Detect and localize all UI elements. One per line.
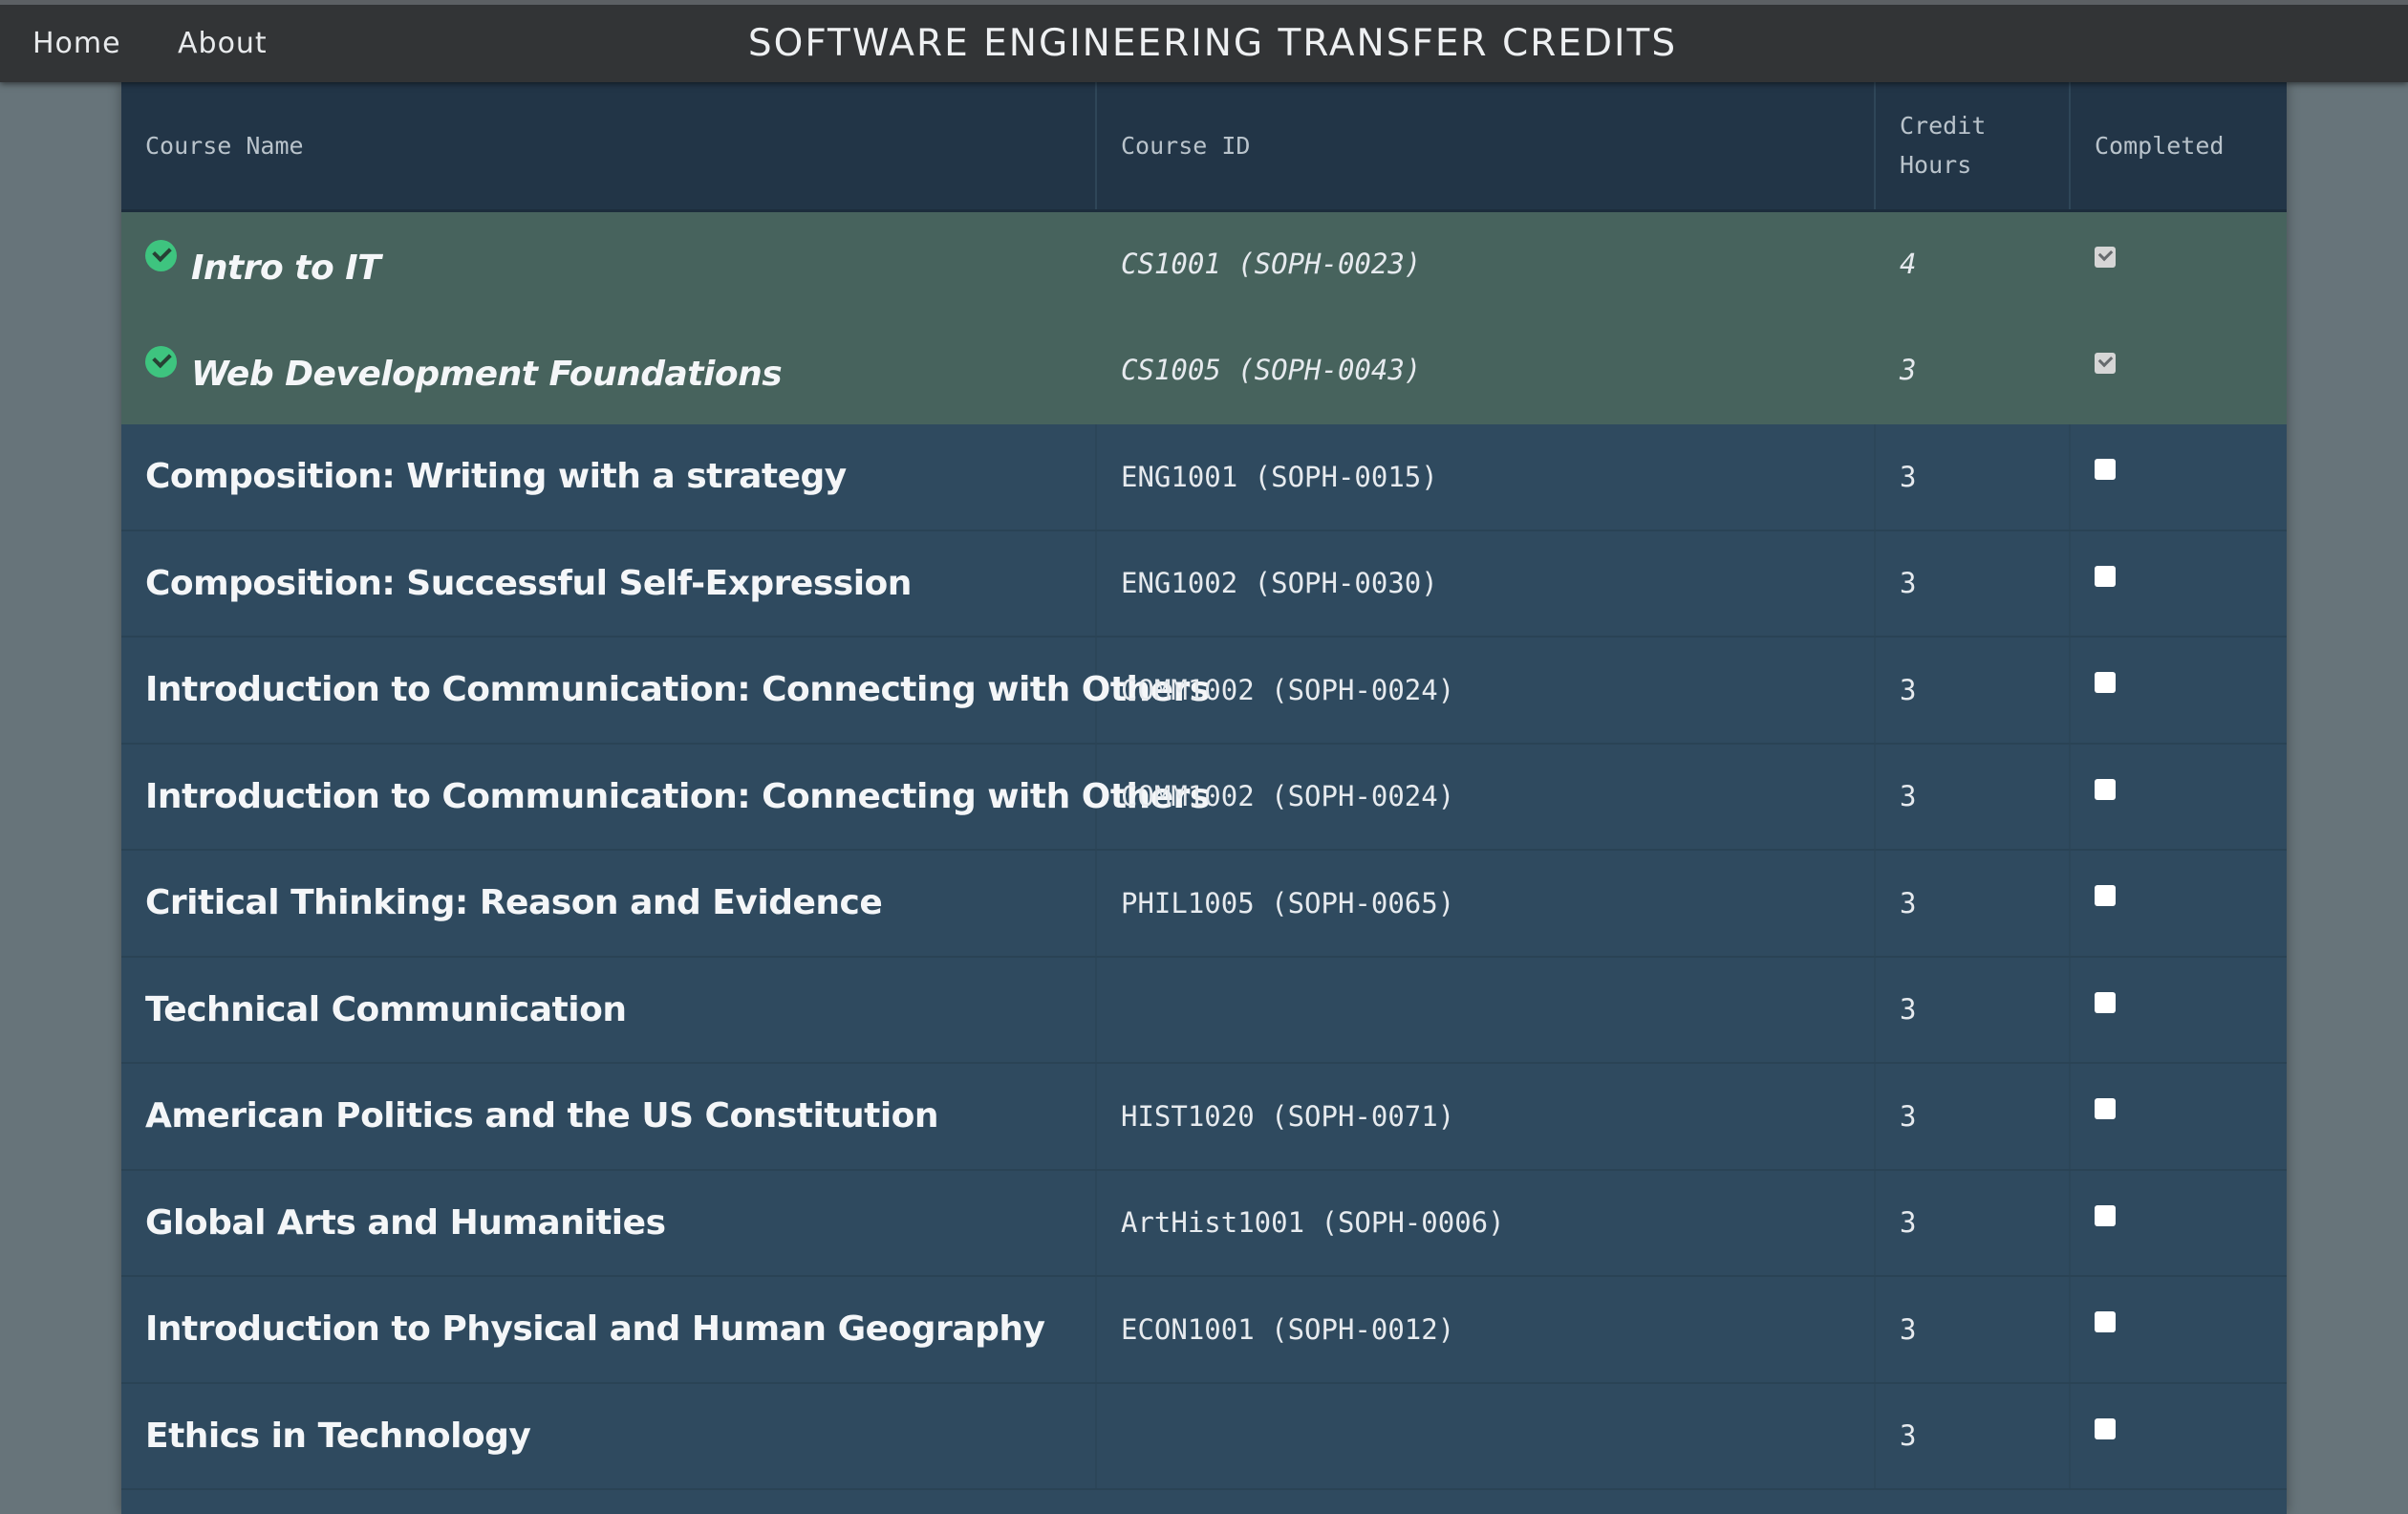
- page-title: SOFTWARE ENGINEERING TRANSFER CREDITS: [747, 22, 1678, 65]
- course-name: Global Arts and Humanities: [145, 1202, 666, 1243]
- course-id: [1096, 956, 1876, 1064]
- completed-checkbox[interactable]: [2095, 1098, 2116, 1120]
- column-header-course-id: Course ID: [1096, 82, 1876, 212]
- course-name: Technical Communication: [145, 989, 627, 1029]
- course-name: Composition: Successful Self-Expression: [145, 563, 912, 603]
- credit-hours: 3: [1875, 743, 2071, 851]
- course-name: Ethics in Technology: [145, 1416, 531, 1456]
- course-name-cell: Technical Communication: [121, 956, 1097, 1064]
- table-row: Composition: Writing with a strategy ENG1…: [121, 423, 2287, 531]
- course-id: ENG1001 (SOPH-0015): [1096, 423, 1876, 531]
- credit-hours: 3: [1875, 1276, 2071, 1384]
- table-row: Global Arts and Humanities ArtHist1001 (S…: [121, 1169, 2287, 1277]
- course-name-cell: American Politics and the US Constitutio…: [121, 1063, 1097, 1171]
- course-name-cell: Composition: Writing with a strategy: [121, 423, 1097, 531]
- table-row: Introduction to Communication: Connectin…: [121, 637, 2287, 745]
- table-row: Introduction to Communication: Connectin…: [121, 743, 2287, 851]
- course-id: PHIL1005 (SOPH-0065): [1096, 850, 1876, 958]
- course-id: ArtHist1001 (SOPH-0006): [1096, 1169, 1876, 1277]
- course-name: Introduction to Communication: Connectin…: [145, 776, 1210, 816]
- table-row: Critical Thinking: Reason and Evidence PH…: [121, 850, 2287, 958]
- completed-checkbox[interactable]: [2095, 246, 2116, 268]
- completed-cell: [2070, 530, 2287, 638]
- completed-checkbox[interactable]: [2095, 459, 2116, 481]
- table-row: Ethics in Technology 3: [121, 1382, 2287, 1490]
- completed-cell: [2070, 316, 2287, 424]
- completed-checkbox[interactable]: [2095, 565, 2116, 587]
- completed-cell: [2070, 210, 2287, 318]
- credits-table-panel: Course Name Course ID Credit Hours Comple…: [121, 82, 2287, 1514]
- course-name-cell: Introduction to Communication: Connectin…: [121, 743, 1210, 851]
- course-id: CS1005 (SOPH-0043): [1096, 316, 1876, 424]
- course-id: [1096, 1382, 1876, 1490]
- course-name: Composition: Writing with a strategy: [145, 457, 847, 497]
- table-row: American Politics and the US Constitutio…: [121, 1063, 2287, 1171]
- completed-check-icon: [145, 346, 177, 378]
- credit-hours: 3: [1875, 850, 2071, 958]
- completed-cell: [2070, 423, 2287, 531]
- course-name: Web Development Foundations: [191, 355, 783, 395]
- credit-hours: 3: [1875, 1382, 2071, 1490]
- credit-hours: 3: [1875, 316, 2071, 424]
- credit-hours: 3: [1875, 1169, 2071, 1277]
- course-id: ENG1002 (SOPH-0030): [1096, 530, 1876, 638]
- completed-cell: [2070, 743, 2287, 851]
- course-name-cell: Composition: Successful Self-Expression: [121, 530, 1097, 638]
- column-header-course-name: Course Name: [121, 82, 1097, 212]
- course-name-cell: Critical Thinking: Reason and Evidence: [121, 850, 1097, 958]
- column-header-credit-hours: Credit Hours: [1875, 82, 2071, 212]
- course-id: COMM1002 (SOPH-0024): [1096, 637, 1876, 745]
- completed-checkbox[interactable]: [2095, 885, 2116, 907]
- table-row: Composition: Successful Self-Expression E…: [121, 530, 2287, 638]
- course-id: CS1001 (SOPH-0023): [1096, 210, 1876, 318]
- course-name-cell: Introduction to Communication: Connectin…: [121, 637, 1210, 745]
- credit-hours: 3: [1875, 956, 2071, 1064]
- completed-check-icon: [145, 240, 177, 271]
- course-name-cell: Ethics in Technology: [121, 1382, 1097, 1490]
- course-id: HIST1020 (SOPH-0071): [1096, 1063, 1876, 1171]
- course-name: Intro to IT: [191, 249, 381, 288]
- table-row: Technical Communication 3: [121, 956, 2287, 1064]
- table-row: Intro to IT CS1001 (SOPH-0023) 4: [121, 210, 2287, 318]
- course-name: Critical Thinking: Reason and Evidence: [145, 883, 883, 923]
- completed-cell: [2070, 1169, 2287, 1277]
- credit-hours: 3: [1875, 1063, 2071, 1171]
- course-name: Introduction to Communication: Connectin…: [145, 670, 1210, 710]
- table-header-row: Course Name Course ID Credit Hours Comple…: [121, 82, 2287, 212]
- completed-cell: [2070, 850, 2287, 958]
- completed-cell: [2070, 637, 2287, 745]
- course-name: Introduction to Physical and Human Geogr…: [145, 1309, 1045, 1350]
- completed-checkbox[interactable]: [2095, 991, 2116, 1013]
- completed-cell: [2070, 1063, 2287, 1171]
- top-nav-bar: Home About SOFTWARE ENGINEERING TRANSFER…: [0, 0, 2408, 82]
- credits-table: Course Name Course ID Credit Hours Comple…: [121, 82, 2287, 1490]
- completed-checkbox[interactable]: [2095, 1417, 2116, 1439]
- completed-checkbox[interactable]: [2095, 352, 2116, 374]
- table-body: Intro to IT CS1001 (SOPH-0023) 4 Web Develo…: [121, 210, 2287, 1490]
- column-header-completed: Completed: [2070, 82, 2287, 212]
- credit-hours: 4: [1875, 210, 2071, 318]
- credit-hours-header-line1: Credit: [1900, 112, 1987, 141]
- course-name-cell: Global Arts and Humanities: [121, 1169, 1097, 1277]
- credit-hours: 3: [1875, 530, 2071, 638]
- course-name-cell: Web Development Foundations: [121, 316, 1097, 424]
- credit-hours: 3: [1875, 637, 2071, 745]
- completed-checkbox[interactable]: [2095, 1311, 2116, 1333]
- completed-checkbox[interactable]: [2095, 1204, 2116, 1226]
- table-row: Introduction to Physical and Human Geogr…: [121, 1276, 2287, 1384]
- course-name-cell: Introduction to Physical and Human Geogr…: [121, 1276, 1097, 1384]
- course-name: American Politics and the US Constitutio…: [145, 1096, 939, 1136]
- completed-checkbox[interactable]: [2095, 672, 2116, 694]
- completed-cell: [2070, 1276, 2287, 1384]
- course-name-cell: Intro to IT: [121, 210, 1097, 318]
- course-id: COMM1002 (SOPH-0024): [1096, 743, 1876, 851]
- table-row: Web Development Foundations CS1005 (SOPH-…: [121, 316, 2287, 424]
- credit-hours: 3: [1875, 423, 2071, 531]
- completed-cell: [2070, 1382, 2287, 1490]
- completed-checkbox[interactable]: [2095, 778, 2116, 800]
- course-id: ECON1001 (SOPH-0012): [1096, 1276, 1876, 1384]
- completed-cell: [2070, 956, 2287, 1064]
- credit-hours-header-line2: Hours: [1900, 151, 1972, 180]
